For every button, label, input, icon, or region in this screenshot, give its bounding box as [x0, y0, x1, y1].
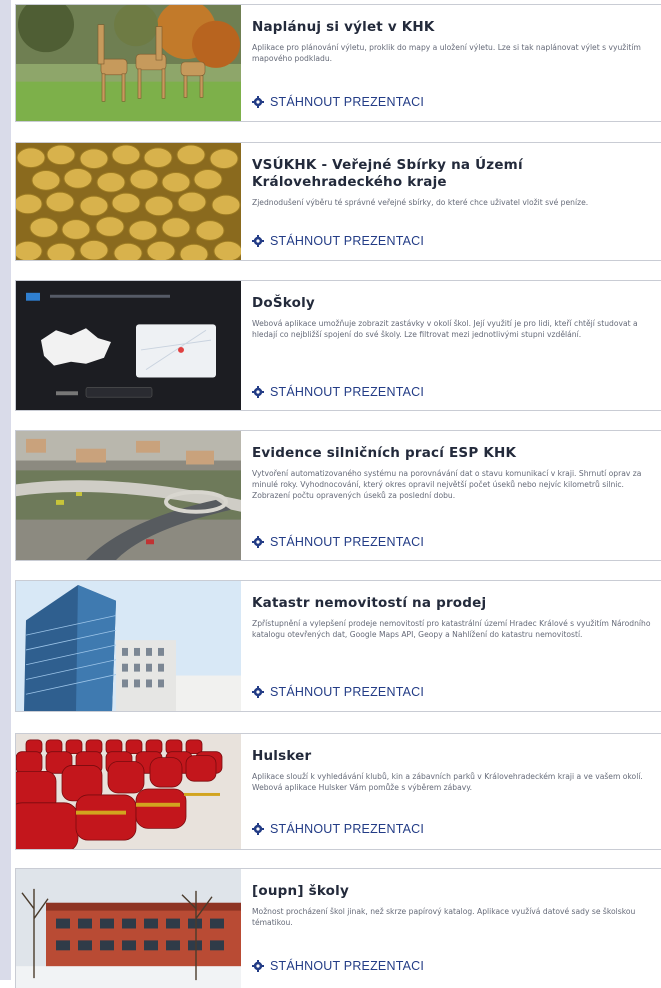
project-card-hulsker: Hulsker Aplikace slouží k vyhledávání kl…	[15, 733, 661, 850]
project-title: [oupn] školy	[252, 883, 349, 899]
project-description: Možnost procházení škol jinak, než skrze…	[252, 907, 636, 927]
project-title: DoŠkoly	[252, 295, 315, 311]
download-label: STÁHNOUT PREZENTACI	[270, 234, 425, 248]
download-presentation-button[interactable]: STÁHNOUT PREZENTACI	[252, 535, 424, 549]
project-image-school-building	[16, 869, 241, 988]
gear-icon	[252, 536, 264, 548]
download-presentation-button[interactable]: STÁHNOUT PREZENTACI	[252, 685, 424, 699]
project-image-office-building	[16, 581, 241, 711]
download-presentation-button[interactable]: STÁHNOUT PREZENTACI	[252, 95, 424, 109]
project-card-evidence-silnicnich-praci: Evidence silničních prací ESP KHK Vytvoř…	[15, 430, 661, 561]
project-card-oupn-skoly: [oupn] školy Možnost procházení škol jin…	[15, 868, 661, 988]
project-description: Zjednodušení výběru té správné veřejné s…	[252, 198, 589, 207]
download-label: STÁHNOUT PREZENTACI	[270, 385, 425, 399]
project-image-app-screenshot	[16, 281, 241, 410]
project-image-road-bridge	[16, 431, 241, 560]
project-card-katastr-nemovitosti: Katastr nemovitostí na prodej Zpřístupně…	[15, 580, 661, 712]
gear-icon	[252, 686, 264, 698]
gear-icon	[252, 96, 264, 108]
project-description: Vytvoření automatizovaného systému na po…	[252, 469, 642, 500]
download-label: STÁHNOUT PREZENTACI	[270, 959, 425, 973]
project-title: Hulsker	[252, 748, 312, 764]
project-image-cinema-seats	[16, 734, 241, 849]
download-presentation-button[interactable]: STÁHNOUT PREZENTACI	[252, 385, 424, 399]
left-sidebar-strip	[0, 0, 11, 980]
gear-icon	[252, 823, 264, 835]
gear-icon	[252, 960, 264, 972]
project-title: Katastr nemovitostí na prodej	[252, 595, 487, 611]
download-label: STÁHNOUT PREZENTACI	[270, 95, 425, 109]
project-card-doskoly: DoŠkoly Webová aplikace umožňuje zobrazi…	[15, 280, 661, 411]
project-image-coins	[16, 143, 241, 260]
project-title: Evidence silničních prací ESP KHK	[252, 445, 517, 461]
download-presentation-button[interactable]: STÁHNOUT PREZENTACI	[252, 822, 424, 836]
project-card-vsukhk: VSÚKHK - Veřejné Sbírky na Území Králove…	[15, 142, 661, 261]
project-title: VSÚKHK - Veřejné Sbírky na Území Králove…	[252, 157, 523, 190]
download-label: STÁHNOUT PREZENTACI	[270, 535, 425, 549]
project-description: Aplikace slouží k vyhledávání klubů, kin…	[252, 772, 643, 792]
project-image-giraffes	[16, 5, 241, 121]
project-description: Aplikace pro plánování výletu, proklik d…	[252, 43, 641, 63]
project-description: Webová aplikace umožňuje zobrazit zastáv…	[252, 319, 638, 339]
download-label: STÁHNOUT PREZENTACI	[270, 822, 425, 836]
project-title: Naplánuj si výlet v KHK	[252, 19, 435, 35]
gear-icon	[252, 235, 264, 247]
gear-icon	[252, 386, 264, 398]
download-presentation-button[interactable]: STÁHNOUT PREZENTACI	[252, 959, 424, 973]
download-presentation-button[interactable]: STÁHNOUT PREZENTACI	[252, 234, 424, 248]
project-description: Zpřístupnění a vylepšení prodeje nemovit…	[252, 619, 651, 639]
project-card-naplanuj-vylet: Naplánuj si výlet v KHK Aplikace pro plá…	[15, 4, 661, 122]
download-label: STÁHNOUT PREZENTACI	[270, 685, 425, 699]
